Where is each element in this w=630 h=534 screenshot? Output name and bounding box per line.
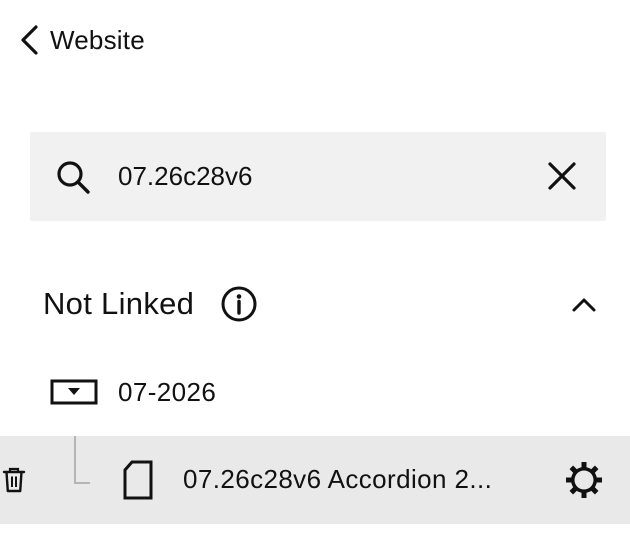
page-label: 07.26c28v6 Accordion 2... <box>183 464 493 494</box>
section-title: Not Linked <box>43 286 195 321</box>
trash-icon[interactable] <box>2 467 26 493</box>
folder-dropdown-icon <box>50 379 98 405</box>
chevron-up-icon[interactable] <box>569 290 599 320</box>
info-icon[interactable] <box>220 285 258 323</box>
folder-item[interactable]: 07-2026 <box>50 372 216 412</box>
search-input[interactable] <box>118 154 528 198</box>
not-linked-section-header: Not Linked <box>43 280 603 328</box>
page-item[interactable]: 07.26c28v6 Accordion 2... <box>0 436 630 524</box>
gear-icon[interactable] <box>564 460 604 500</box>
pages-panel: Website Not Linked 07-2026 <box>0 0 630 534</box>
search-box <box>30 132 606 221</box>
folder-label: 07-2026 <box>118 376 217 407</box>
page-icon <box>123 460 153 500</box>
back-button[interactable]: Website <box>16 20 145 60</box>
back-label: Website <box>50 24 145 55</box>
chevron-left-icon <box>21 25 38 55</box>
tree-connector <box>74 436 90 484</box>
search-icon <box>57 161 90 194</box>
clear-search-button[interactable] <box>544 158 580 194</box>
